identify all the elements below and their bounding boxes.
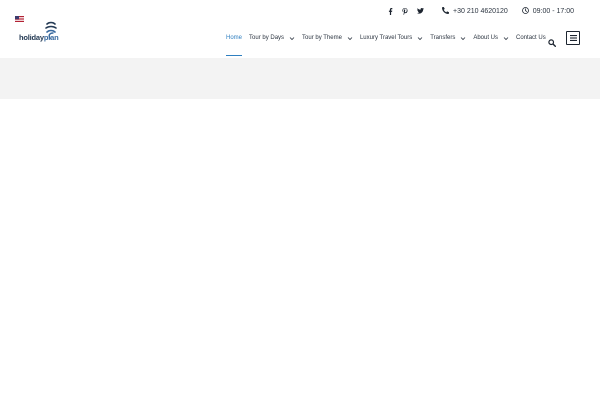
nav-item-contact-us[interactable]: Contact Us (516, 33, 546, 43)
chevron-down-icon (289, 36, 295, 40)
nav-item-transfers[interactable]: Transfers (430, 33, 466, 43)
opening-hours: 09:00 - 17:00 (521, 6, 574, 16)
nav-label: Transfers (430, 35, 456, 41)
nav-label: Tour by Theme (302, 35, 342, 41)
page-banner (0, 58, 600, 99)
logo-text: holidayplan (19, 33, 59, 42)
chevron-down-icon (347, 36, 353, 40)
phone-number: +30 210 4620120 (453, 7, 508, 15)
site-logo[interactable]: holidayplan (19, 21, 65, 43)
menu-toggle-button[interactable] (566, 31, 580, 45)
nav-item-tour-by-theme[interactable]: Tour by Theme (302, 33, 353, 43)
site-header: +30 210 4620120 09:00 - 17:00 holidaypla… (0, 0, 600, 58)
nav-label: About Us (473, 35, 499, 41)
nav-item-tour-by-days[interactable]: Tour by Days (249, 33, 295, 43)
nav-label: Contact Us (516, 35, 546, 41)
social-links (388, 7, 424, 15)
nav-label: Tour by Days (249, 35, 285, 41)
main-content (0, 99, 600, 400)
hamburger-menu-icon (569, 35, 577, 41)
twitter-icon[interactable] (417, 8, 424, 14)
top-bar: +30 210 4620120 09:00 - 17:00 (388, 5, 574, 17)
search-button[interactable] (548, 34, 556, 47)
nav-label: Luxury Travel Tours (359, 35, 413, 41)
nav-item-about-us[interactable]: About Us (473, 33, 509, 43)
nav-item-luxury-travel-tours[interactable]: Luxury Travel Tours (360, 33, 423, 43)
logo-text-main: holiday (19, 33, 44, 42)
hours-text: 09:00 - 17:00 (532, 7, 574, 15)
facebook-icon[interactable] (388, 7, 393, 15)
main-navigation: Home Tour by Days Tour by Theme Luxury T… (226, 33, 546, 56)
clock-icon (521, 6, 529, 16)
us-flag-icon[interactable] (15, 9, 24, 22)
search-icon (548, 39, 556, 47)
chevron-down-icon (503, 36, 509, 40)
chevron-down-icon (417, 36, 423, 40)
nav-label: Home (226, 35, 243, 41)
phone-icon (442, 6, 450, 16)
chevron-down-icon (461, 36, 466, 40)
logo-text-accent: plan (43, 33, 59, 42)
pinterest-icon[interactable] (402, 7, 408, 15)
nav-item-home[interactable]: Home (226, 33, 243, 56)
phone-contact[interactable]: +30 210 4620120 (442, 6, 508, 16)
